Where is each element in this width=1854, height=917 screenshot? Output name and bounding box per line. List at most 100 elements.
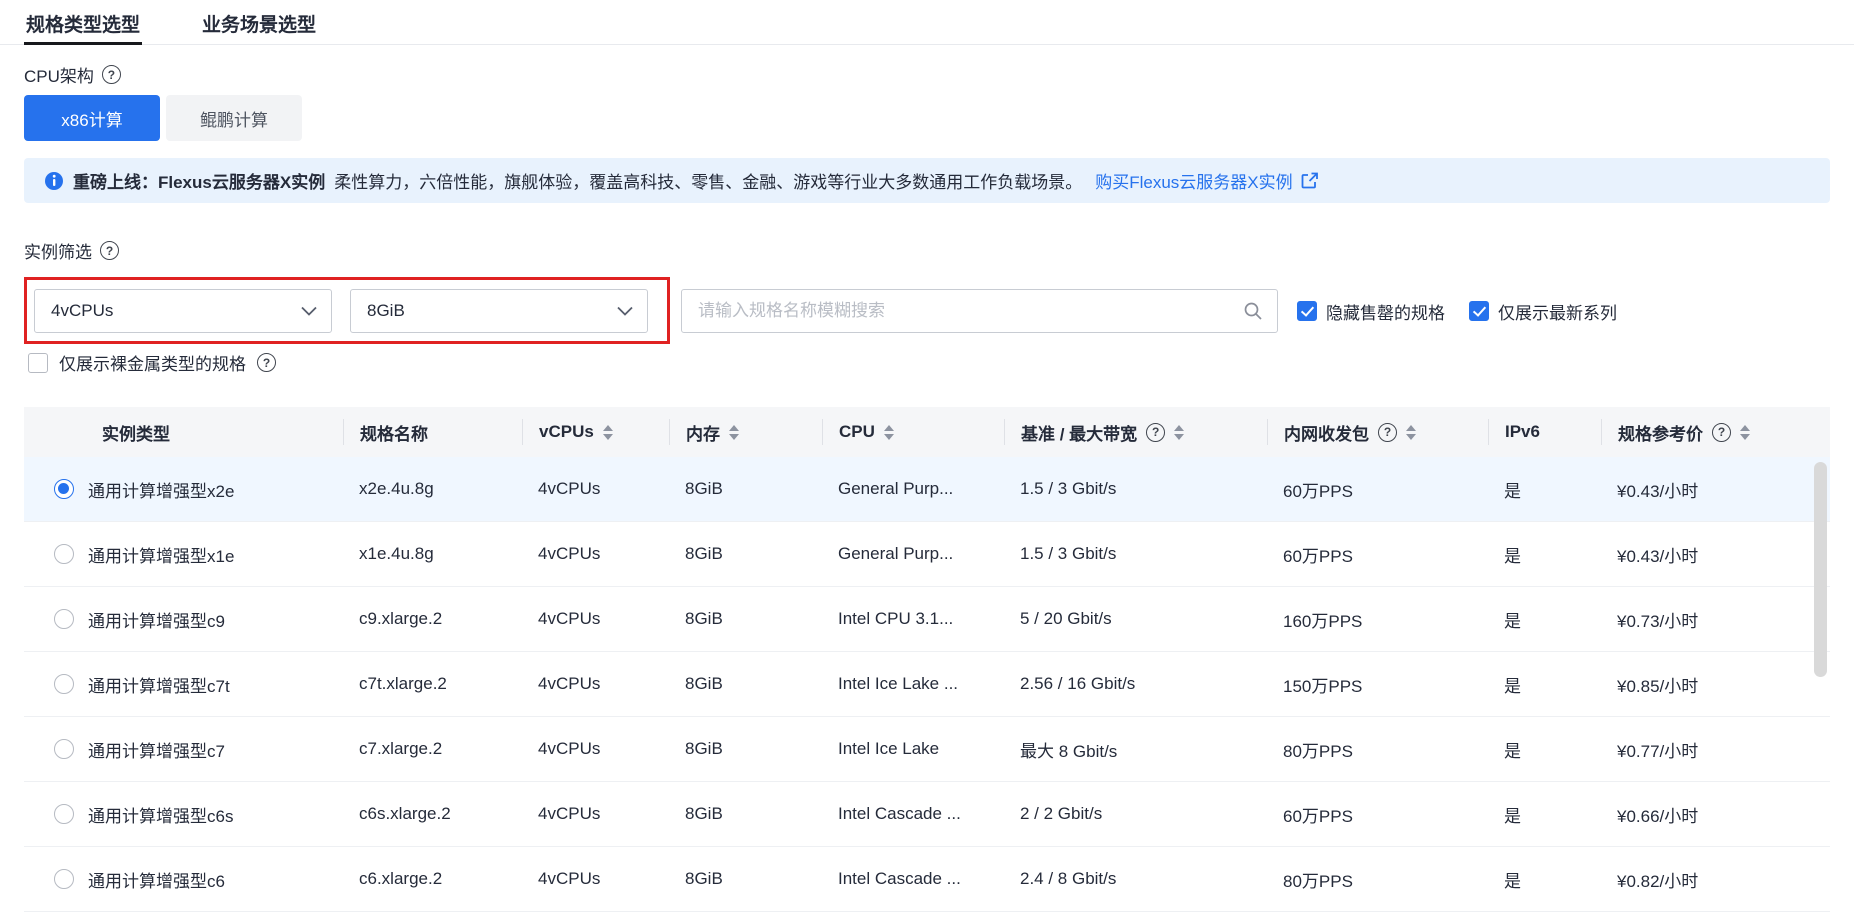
cell-pps: 60万PPS xyxy=(1267,542,1488,567)
table-row[interactable]: 通用计算增强型c6sc6s.xlarge.24vCPUs8GiBIntel Ca… xyxy=(24,782,1830,847)
cell-ipv6: 是 xyxy=(1488,867,1601,892)
row-radio[interactable] xyxy=(54,674,74,694)
help-icon[interactable]: ? xyxy=(102,65,121,84)
instance-type-label: 通用计算增强型x2e xyxy=(88,477,234,502)
column-header[interactable]: 基准 / 最大带宽? xyxy=(1004,419,1267,445)
sort-icon[interactable] xyxy=(603,425,613,440)
cell-memory: 8GiB xyxy=(669,479,822,499)
row-radio[interactable] xyxy=(54,479,74,499)
cell-ipv6: 是 xyxy=(1488,477,1601,502)
arch-kunpeng-button[interactable]: 鲲鹏计算 xyxy=(166,95,302,141)
cell-name: c7.xlarge.2 xyxy=(343,739,522,759)
table-row[interactable]: 通用计算增强型x2ex2e.4u.8g4vCPUs8GiBGeneral Pur… xyxy=(24,457,1830,522)
column-label: 基准 / 最大带宽 xyxy=(1021,420,1137,445)
memory-select[interactable]: 8GiB xyxy=(350,289,648,333)
column-header[interactable]: 内存 xyxy=(669,419,822,445)
cell-price: ¥0.77/小时 xyxy=(1601,737,1830,762)
cell-instance-type: 通用计算增强型x2e xyxy=(24,477,343,502)
instance-type-label: 通用计算增强型c6s xyxy=(88,802,233,827)
cell-cpu: General Purp... xyxy=(822,479,1004,499)
row-radio[interactable] xyxy=(54,609,74,629)
cell-price: ¥0.73/小时 xyxy=(1601,607,1830,632)
cell-name: x1e.4u.8g xyxy=(343,544,522,564)
tab-spec-type[interactable]: 规格类型选型 xyxy=(24,0,142,44)
checkbox-icon[interactable] xyxy=(1297,301,1317,321)
instance-filter-section: 实例筛选 ? xyxy=(24,238,119,263)
column-header: 实例类型 xyxy=(24,419,343,445)
latest-series-checkbox[interactable]: 仅展示最新系列 xyxy=(1469,299,1617,324)
tab-business-scenario[interactable]: 业务场景选型 xyxy=(200,0,318,44)
table-row[interactable]: 通用计算增强型c9c9.xlarge.24vCPUs8GiBIntel CPU … xyxy=(24,587,1830,652)
help-icon[interactable]: ? xyxy=(257,353,276,372)
column-header: IPv6 xyxy=(1488,419,1601,445)
banner-text: 柔性算力，六倍性能，旗舰体验，覆盖高科技、零售、金融、游戏等行业大多数通用工作负… xyxy=(334,168,1082,193)
cpu-arch-section: CPU架构 ? xyxy=(24,62,121,87)
column-label: 内网收发包 xyxy=(1284,420,1369,445)
table-row[interactable]: 通用计算增强型c7tc7t.xlarge.24vCPUs8GiBIntel Ic… xyxy=(24,652,1830,717)
hide-soldout-checkbox[interactable]: 隐藏售罄的规格 xyxy=(1297,299,1445,324)
cell-vcpus: 4vCPUs xyxy=(522,609,669,629)
help-icon[interactable]: ? xyxy=(1146,423,1165,442)
spec-table: 实例类型规格名称vCPUs内存CPU基准 / 最大带宽?内网收发包?IPv6规格… xyxy=(24,407,1830,912)
cell-cpu: Intel Ice Lake ... xyxy=(822,674,1004,694)
cell-ipv6: 是 xyxy=(1488,802,1601,827)
cell-pps: 160万PPS xyxy=(1267,607,1488,632)
cell-bandwidth: 最大 8 Gbit/s xyxy=(1004,737,1267,762)
table-body: 通用计算增强型x2ex2e.4u.8g4vCPUs8GiBGeneral Pur… xyxy=(24,457,1830,912)
spec-selection-page: 规格类型选型 业务场景选型 CPU架构 ? x86计算 鲲鹏计算 重磅上线：Fl… xyxy=(0,0,1854,917)
cell-instance-type: 通用计算增强型x1e xyxy=(24,542,343,567)
column-header[interactable]: 内网收发包? xyxy=(1267,419,1488,445)
row-radio[interactable] xyxy=(54,739,74,759)
cell-cpu: Intel CPU 3.1... xyxy=(822,609,1004,629)
checkbox-icon[interactable] xyxy=(28,353,48,373)
help-icon[interactable]: ? xyxy=(1712,423,1731,442)
table-row[interactable]: 通用计算增强型c6c6.xlarge.24vCPUs8GiBIntel Casc… xyxy=(24,847,1830,912)
sort-icon[interactable] xyxy=(1740,425,1750,440)
help-icon[interactable]: ? xyxy=(1378,423,1397,442)
row-radio[interactable] xyxy=(54,544,74,564)
cell-pps: 60万PPS xyxy=(1267,477,1488,502)
cell-cpu: Intel Ice Lake xyxy=(822,739,1004,759)
sort-icon[interactable] xyxy=(1406,425,1416,440)
table-row[interactable]: 通用计算增强型x1ex1e.4u.8g4vCPUs8GiBGeneral Pur… xyxy=(24,522,1830,587)
cell-price: ¥0.66/小时 xyxy=(1601,802,1830,827)
cell-memory: 8GiB xyxy=(669,739,822,759)
cell-name: c6s.xlarge.2 xyxy=(343,804,522,824)
sort-icon[interactable] xyxy=(884,425,894,440)
cell-instance-type: 通用计算增强型c6 xyxy=(24,867,343,892)
checkbox-icon[interactable] xyxy=(1469,301,1489,321)
banner-buy-link[interactable]: 购买Flexus云服务器X实例 xyxy=(1095,168,1318,193)
chevron-down-icon xyxy=(617,306,633,316)
table-header-row: 实例类型规格名称vCPUs内存CPU基准 / 最大带宽?内网收发包?IPv6规格… xyxy=(24,407,1830,457)
arch-x86-button[interactable]: x86计算 xyxy=(24,95,160,141)
column-header[interactable]: 规格参考价? xyxy=(1601,419,1830,445)
row-radio[interactable] xyxy=(54,869,74,889)
cell-bandwidth: 1.5 / 3 Gbit/s xyxy=(1004,544,1267,564)
cell-bandwidth: 2.56 / 16 Gbit/s xyxy=(1004,674,1267,694)
cell-name: c6.xlarge.2 xyxy=(343,869,522,889)
help-icon[interactable]: ? xyxy=(100,241,119,260)
cell-instance-type: 通用计算增强型c7t xyxy=(24,672,343,697)
sort-icon[interactable] xyxy=(729,425,739,440)
vertical-scrollbar-thumb[interactable] xyxy=(1814,462,1827,677)
spec-search-input[interactable] xyxy=(698,301,1243,321)
cell-ipv6: 是 xyxy=(1488,737,1601,762)
cpu-arch-options: x86计算 鲲鹏计算 xyxy=(24,95,302,141)
search-icon[interactable] xyxy=(1243,301,1263,321)
table-row[interactable]: 通用计算增强型c7c7.xlarge.24vCPUs8GiBIntel Ice … xyxy=(24,717,1830,782)
cell-vcpus: 4vCPUs xyxy=(522,674,669,694)
flexus-banner: 重磅上线：Flexus云服务器X实例 柔性算力，六倍性能，旗舰体验，覆盖高科技、… xyxy=(24,158,1830,203)
cell-memory: 8GiB xyxy=(669,674,822,694)
row-radio[interactable] xyxy=(54,804,74,824)
instance-type-label: 通用计算增强型c9 xyxy=(88,607,225,632)
sort-icon[interactable] xyxy=(1174,425,1184,440)
column-header[interactable]: vCPUs xyxy=(522,419,669,445)
column-header[interactable]: CPU xyxy=(822,419,1004,445)
memory-select-value: 8GiB xyxy=(367,301,405,321)
cell-price: ¥0.43/小时 xyxy=(1601,542,1830,567)
vcpu-select[interactable]: 4vCPUs xyxy=(34,289,332,333)
cell-instance-type: 通用计算增强型c7 xyxy=(24,737,343,762)
cell-memory: 8GiB xyxy=(669,544,822,564)
cell-price: ¥0.82/小时 xyxy=(1601,867,1830,892)
spec-search-box xyxy=(681,289,1278,333)
